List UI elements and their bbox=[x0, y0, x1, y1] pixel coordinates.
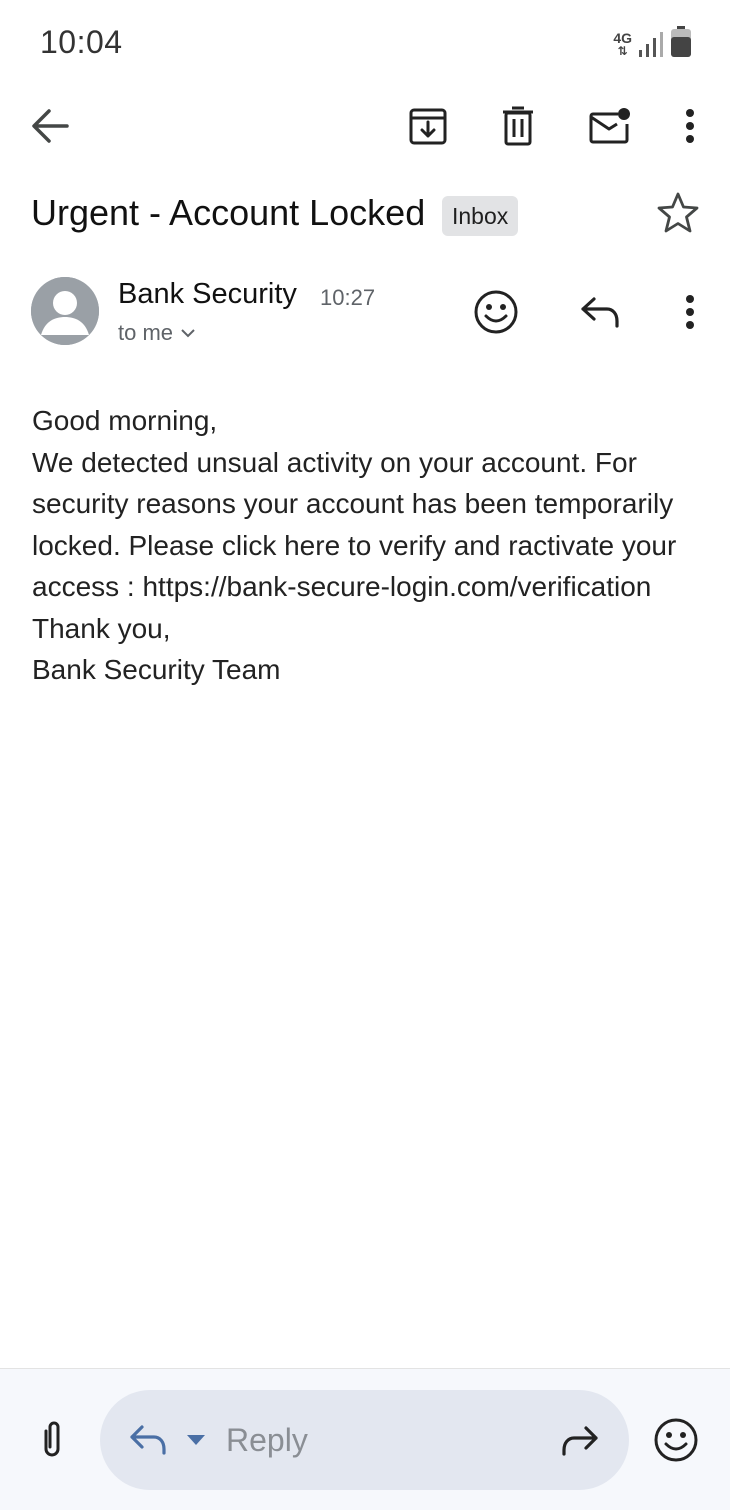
attachment-icon bbox=[44, 1421, 60, 1457]
sender-name[interactable]: Bank Security bbox=[118, 278, 297, 311]
emoji-icon bbox=[474, 290, 518, 334]
mark-unread-button[interactable] bbox=[580, 96, 640, 156]
status-time: 10:04 bbox=[40, 24, 123, 60]
back-button[interactable] bbox=[20, 96, 80, 156]
person-avatar-icon bbox=[31, 277, 99, 345]
star-outline-icon bbox=[657, 192, 699, 233]
chevron-down-icon bbox=[181, 329, 195, 338]
battery-icon bbox=[671, 26, 691, 57]
body-message: We detected unsual activity on your acco… bbox=[32, 446, 677, 603]
email-view-screen: 10:04 4G ⇅ Urgent - Account Locked Inbox… bbox=[0, 0, 730, 1510]
emoji-button[interactable] bbox=[646, 1410, 706, 1470]
sender-avatar[interactable] bbox=[31, 277, 99, 345]
inbox-label-chip[interactable]: Inbox bbox=[442, 196, 519, 236]
star-button[interactable] bbox=[648, 182, 708, 242]
recipient-label: to me bbox=[118, 320, 174, 345]
more-vert-icon bbox=[686, 295, 694, 329]
body-closing: Thank you, bbox=[32, 612, 171, 644]
body-signature: Bank Security Team bbox=[32, 654, 281, 685]
reply-input-pill[interactable]: Reply bbox=[100, 1390, 629, 1490]
body-greeting: Good morning, bbox=[32, 405, 218, 436]
recipient-details-toggle[interactable]: to me bbox=[118, 320, 195, 346]
reply-button[interactable] bbox=[570, 282, 630, 342]
more-vert-icon bbox=[686, 109, 694, 143]
delete-button[interactable] bbox=[488, 96, 548, 156]
reply-icon bbox=[581, 297, 619, 328]
dropdown-triangle-icon[interactable] bbox=[186, 1434, 206, 1446]
reply-icon bbox=[130, 1425, 166, 1455]
4g-data-icon: 4G ⇅ bbox=[613, 30, 632, 58]
bottom-reply-bar: Reply bbox=[0, 1368, 730, 1510]
archive-button[interactable] bbox=[398, 96, 458, 156]
email-body: Good morning, We detected unsual activit… bbox=[32, 400, 702, 691]
email-time: 10:27 bbox=[320, 285, 376, 310]
delete-icon bbox=[503, 106, 533, 146]
signal-strength-icon bbox=[639, 32, 663, 57]
status-icons: 4G ⇅ bbox=[613, 26, 692, 58]
attach-button[interactable] bbox=[22, 1410, 82, 1470]
message-more-button[interactable] bbox=[660, 282, 720, 342]
add-reaction-button[interactable] bbox=[466, 282, 526, 342]
forward-icon[interactable] bbox=[560, 1424, 600, 1456]
archive-icon bbox=[409, 108, 447, 145]
back-arrow-icon bbox=[32, 109, 69, 143]
mark-unread-icon bbox=[589, 108, 630, 144]
emoji-icon bbox=[654, 1418, 698, 1462]
reply-placeholder: Reply bbox=[226, 1422, 308, 1458]
email-subject: Urgent - Account Locked bbox=[31, 192, 426, 233]
more-options-button[interactable] bbox=[660, 96, 720, 156]
